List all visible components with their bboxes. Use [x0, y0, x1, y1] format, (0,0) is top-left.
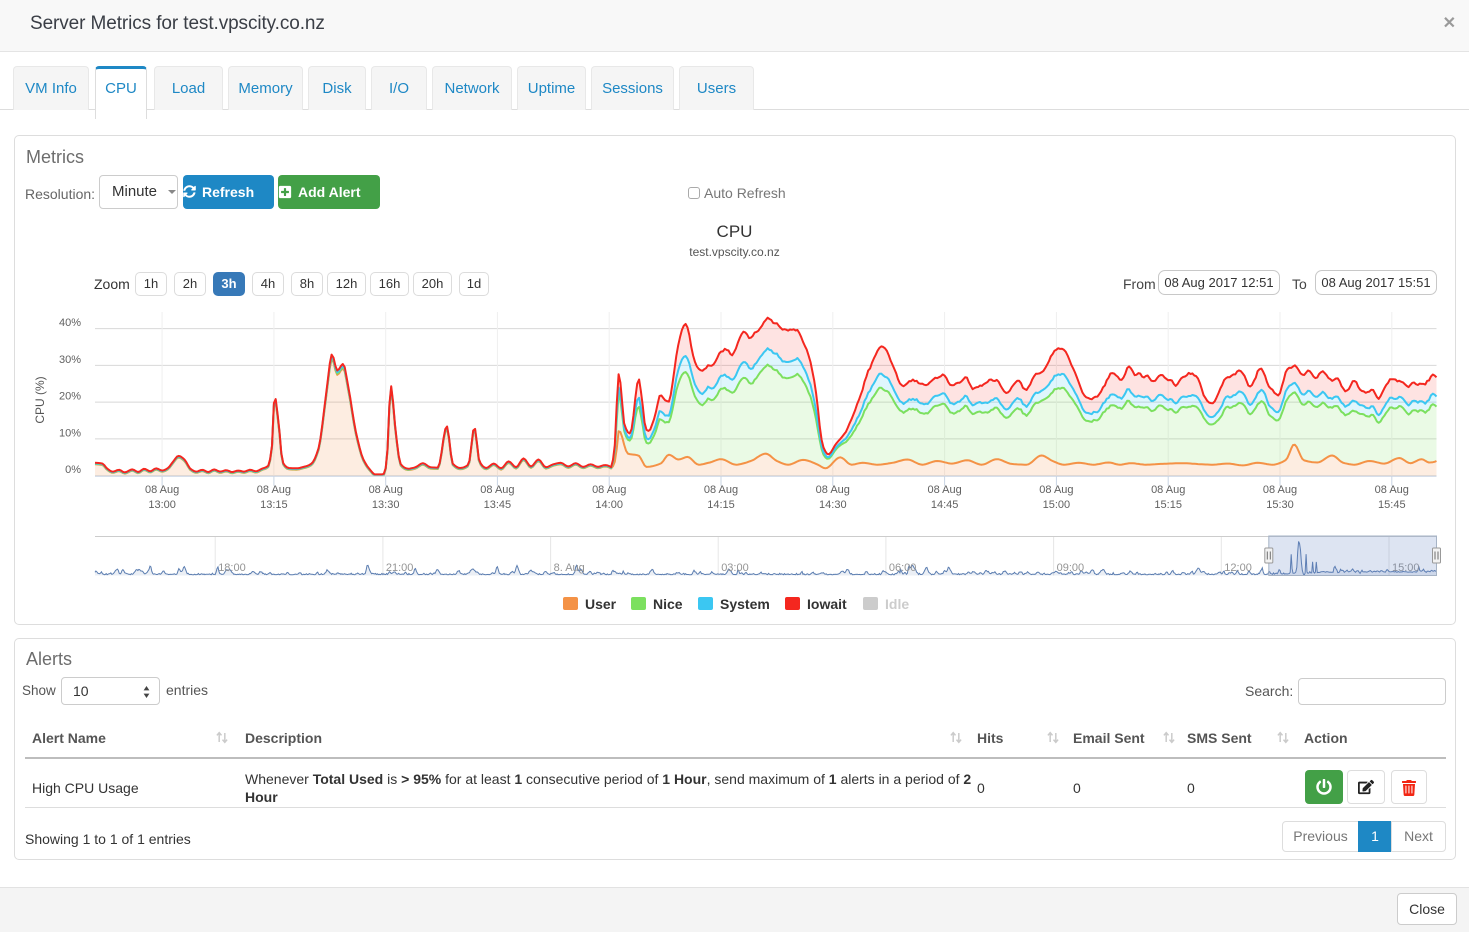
- svg-text:12:00: 12:00: [1224, 562, 1252, 574]
- svg-text:CPU (%): CPU (%): [33, 376, 47, 423]
- svg-text:14:30: 14:30: [819, 499, 847, 511]
- svg-text:08 Aug: 08 Aug: [145, 484, 179, 496]
- svg-text:15:15: 15:15: [1154, 499, 1182, 511]
- svg-text:0%: 0%: [65, 464, 81, 476]
- svg-text:03:00: 03:00: [721, 562, 749, 574]
- svg-text:13:30: 13:30: [372, 499, 400, 511]
- svg-text:06:00: 06:00: [889, 562, 917, 574]
- svg-text:08 Aug: 08 Aug: [816, 484, 850, 496]
- svg-text:08 Aug: 08 Aug: [1263, 484, 1297, 496]
- svg-text:13:45: 13:45: [484, 499, 512, 511]
- svg-text:21:00: 21:00: [386, 562, 414, 574]
- svg-text:14:00: 14:00: [595, 499, 623, 511]
- svg-text:15:30: 15:30: [1266, 499, 1294, 511]
- svg-text:08 Aug: 08 Aug: [369, 484, 403, 496]
- svg-text:08 Aug: 08 Aug: [1375, 484, 1409, 496]
- svg-text:13:00: 13:00: [148, 499, 176, 511]
- svg-text:40%: 40%: [59, 317, 81, 329]
- svg-text:14:15: 14:15: [707, 499, 735, 511]
- svg-text:15:00: 15:00: [1043, 499, 1071, 511]
- svg-text:08 Aug: 08 Aug: [592, 484, 626, 496]
- svg-text:10%: 10%: [59, 427, 81, 439]
- svg-text:08 Aug: 08 Aug: [704, 484, 738, 496]
- svg-text:08 Aug: 08 Aug: [927, 484, 961, 496]
- svg-text:20%: 20%: [59, 391, 81, 403]
- svg-text:8. Aug: 8. Aug: [554, 562, 585, 574]
- svg-text:30%: 30%: [59, 354, 81, 366]
- svg-text:14:45: 14:45: [931, 499, 959, 511]
- svg-text:08 Aug: 08 Aug: [1039, 484, 1073, 496]
- svg-text:08 Aug: 08 Aug: [480, 484, 514, 496]
- svg-text:15:45: 15:45: [1378, 499, 1406, 511]
- svg-text:13:15: 13:15: [260, 499, 288, 511]
- svg-text:08 Aug: 08 Aug: [257, 484, 291, 496]
- svg-text:18:00: 18:00: [218, 562, 246, 574]
- svg-text:08 Aug: 08 Aug: [1151, 484, 1185, 496]
- svg-text:09:00: 09:00: [1057, 562, 1085, 574]
